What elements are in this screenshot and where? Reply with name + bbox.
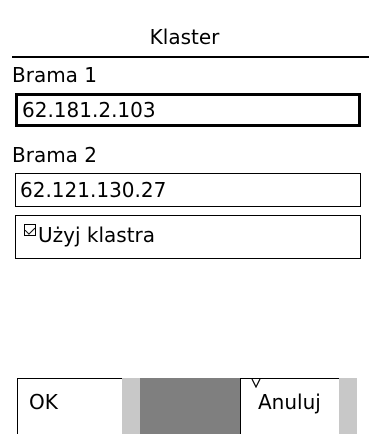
use-cluster-checkbox-row[interactable]: Użyj klastra [15, 215, 361, 259]
softbar-middle-panel [140, 378, 240, 434]
gateway1-field[interactable] [15, 93, 361, 127]
ok-softkey[interactable]: OK [17, 378, 122, 434]
softbar-gap-right [339, 378, 357, 434]
check-icon [24, 224, 36, 235]
gateway2-field[interactable] [15, 173, 361, 207]
dialog-title: Klaster [149, 25, 220, 49]
softbar-gap-left [122, 378, 140, 434]
chevron-down-icon [251, 378, 261, 388]
cluster-settings-screen: Klaster Brama 1 Brama 2 Użyj klastra OK … [0, 0, 369, 434]
gateway1-label: Brama 1 [12, 63, 98, 87]
use-cluster-checkbox[interactable] [24, 224, 36, 236]
gateway2-input[interactable] [16, 174, 360, 206]
cancel-softkey-label: Anuluj [258, 390, 321, 414]
gateway2-label: Brama 2 [12, 143, 98, 167]
title-divider [12, 56, 369, 58]
softkey-bar: OK Anuluj [0, 378, 369, 434]
use-cluster-label: Użyj klastra [38, 223, 156, 247]
ok-softkey-label: OK [29, 390, 58, 414]
gateway1-input[interactable] [18, 96, 358, 124]
